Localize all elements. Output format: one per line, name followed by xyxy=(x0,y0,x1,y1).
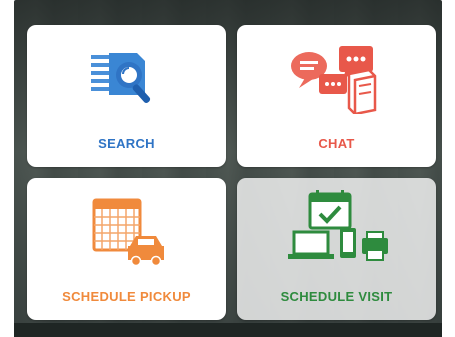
schedule-visit-label: SCHEDULE VISIT xyxy=(280,289,393,304)
chat-tile[interactable]: CHAT xyxy=(237,25,436,167)
search-label: SEARCH xyxy=(98,136,155,151)
schedule-visit-tile[interactable]: SCHEDULE VISIT xyxy=(237,178,436,320)
chat-icon xyxy=(287,43,387,115)
schedule-pickup-tile[interactable]: SCHEDULE PICKUP xyxy=(27,178,226,320)
schedule-visit-icon xyxy=(282,190,392,264)
search-tile[interactable]: SEARCH xyxy=(27,25,226,167)
schedule-pickup-icon xyxy=(82,196,172,268)
chat-label: CHAT xyxy=(318,136,355,151)
schedule-pickup-label: SCHEDULE PICKUP xyxy=(62,289,191,304)
search-icon xyxy=(87,43,167,115)
